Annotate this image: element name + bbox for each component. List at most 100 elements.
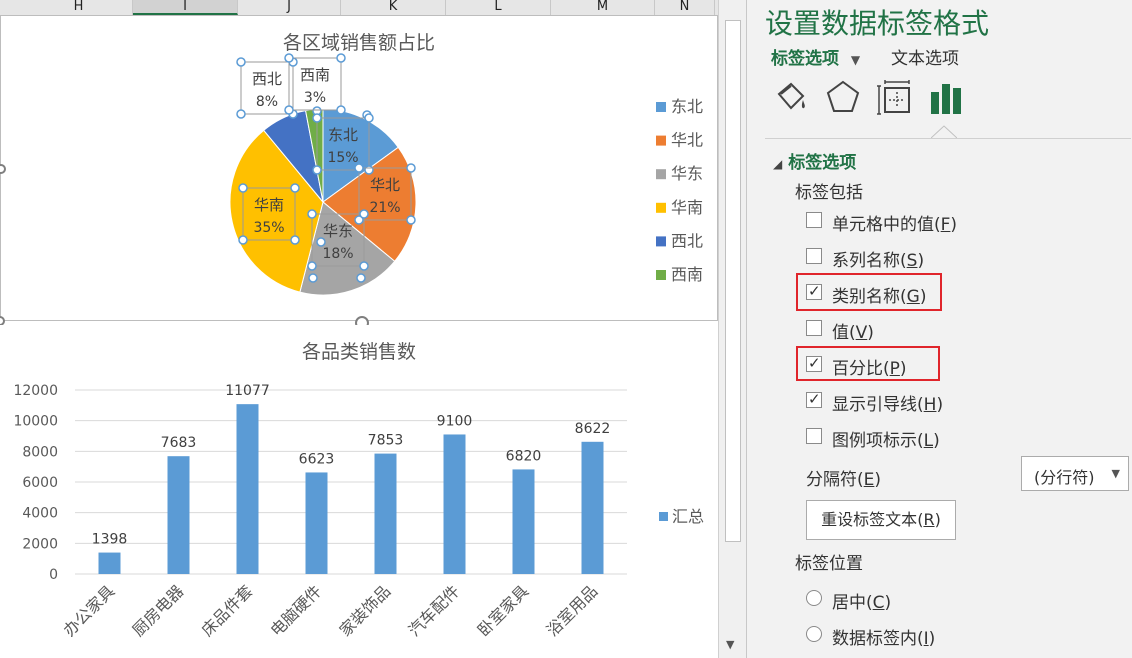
radio-label-text: 数据标签内 — [832, 629, 917, 649]
bar-value-label: 6820 — [506, 448, 542, 464]
bar-chart[interactable]: 各品类销售数 0 2000 4000 6000 8000 10000 12000 1398 办公… — [0, 325, 718, 658]
radio-button[interactable] — [806, 590, 822, 606]
separator-dropdown[interactable]: (分行符) ▼ — [1021, 456, 1129, 491]
radio-label[interactable]: 数据标签内(I) — [832, 624, 935, 649]
fill-line-icon[interactable] — [771, 78, 811, 118]
radio-access-key: I — [923, 629, 929, 649]
data-label-percent: 18% — [322, 246, 353, 262]
bar — [98, 552, 121, 574]
separator-label-text: 分隔符 — [806, 470, 857, 490]
separator-value: (分行符) — [1034, 468, 1095, 487]
effects-icon[interactable] — [823, 78, 863, 118]
data-label-percent: 15% — [327, 150, 358, 166]
bar — [305, 472, 328, 574]
label-selection-handle — [359, 261, 369, 271]
y-tick-label: 4000 — [22, 506, 58, 522]
bar-value-label: 9100 — [437, 413, 473, 429]
y-tick-label: 10000 — [13, 414, 58, 430]
legend-entry: 东北 — [671, 97, 703, 116]
bar-value-label: 8622 — [575, 421, 611, 437]
column-header-k[interactable]: K — [341, 0, 446, 15]
bar — [443, 434, 466, 574]
label-selection-handle — [238, 183, 248, 193]
checkbox-access-key: H — [923, 395, 937, 415]
tab-label-options-text: 标签选项 — [771, 49, 839, 69]
checkbox[interactable] — [806, 320, 822, 336]
y-tick-label: 8000 — [22, 444, 58, 460]
chevron-down-icon: ▼ — [1111, 467, 1120, 480]
legend-swatch — [656, 102, 666, 112]
checkbox-label[interactable]: 系列名称(S) — [832, 246, 924, 271]
highlight-box — [796, 346, 940, 381]
label-selection-handle — [307, 261, 317, 271]
bar — [167, 456, 190, 574]
scroll-down-arrow-icon[interactable]: ▼ — [726, 638, 734, 651]
legend-entry: 华东 — [671, 164, 703, 183]
active-tab-pointer — [931, 125, 957, 139]
label-selection-handle — [308, 273, 318, 283]
label-options-icon[interactable] — [927, 78, 967, 118]
checkbox-label[interactable]: 值(V) — [832, 318, 874, 343]
radio-button[interactable] — [806, 626, 822, 642]
checkbox-access-key: F — [940, 215, 951, 235]
x-tick-label: 汽车配件 — [405, 581, 464, 640]
separator-label: 分隔符(E) — [806, 470, 882, 490]
vertical-scrollbar[interactable]: ▼ — [718, 0, 746, 658]
column-header-n[interactable]: N — [655, 0, 715, 15]
x-tick-label: 床品件套 — [198, 581, 257, 640]
bar — [374, 453, 397, 574]
label-selection-handle — [336, 53, 346, 63]
legend-swatch — [656, 169, 666, 180]
radio-access-key: C — [872, 593, 885, 613]
label-selection-handle — [236, 109, 246, 119]
bar — [512, 469, 535, 574]
checkbox[interactable] — [806, 390, 822, 408]
legend-swatch — [656, 135, 666, 146]
section-label-options[interactable]: ◢ 标签选项 — [773, 148, 856, 173]
bar — [581, 441, 604, 574]
panel-title: 设置数据标签格式 — [765, 7, 990, 40]
bar-value-label: 11077 — [225, 383, 270, 399]
label-selection-handle — [284, 105, 294, 115]
data-label-category: 华北 — [370, 176, 400, 194]
radio-label[interactable]: 居中(C) — [832, 588, 891, 613]
column-header-i[interactable]: I — [133, 0, 238, 15]
label-selection-handle — [307, 209, 317, 219]
column-header-l[interactable]: L — [446, 0, 551, 15]
data-label-percent: 8% — [256, 94, 278, 110]
checkbox-label-text: 系列名称 — [832, 251, 900, 271]
y-tick-label: 2000 — [22, 536, 58, 552]
legend-swatch — [656, 270, 666, 280]
pie-chart[interactable]: 各区域销售额占比 东北 15% 华北 21% 华东 18% 华南 35% 西北 8% 西南 3% 东北华… — [0, 15, 718, 321]
x-tick-label: 厨房电器 — [129, 581, 188, 640]
tab-label-options[interactable]: 标签选项 ▼ — [771, 44, 860, 69]
checkbox-access-key: L — [923, 431, 934, 451]
chevron-down-icon: ▼ — [850, 53, 861, 67]
checkbox[interactable] — [806, 248, 822, 264]
y-tick-label: 12000 — [13, 383, 58, 399]
reset-label-text-button[interactable]: 重设标签文本(R) — [806, 500, 956, 540]
tab-text-options[interactable]: 文本选项 — [891, 44, 959, 69]
bar-value-label: 7683 — [161, 435, 197, 451]
legend-entry: 西南 — [671, 265, 703, 284]
label-selection-handle — [312, 113, 322, 123]
column-header-m[interactable]: M — [551, 0, 655, 15]
size-properties-icon[interactable] — [875, 78, 915, 118]
label-selection-handle — [364, 165, 374, 175]
y-tick-label: 6000 — [22, 475, 58, 491]
checkbox-label[interactable]: 图例项标示(L) — [832, 426, 940, 451]
column-header-h[interactable]: H — [25, 0, 133, 15]
checkbox-access-key: S — [906, 251, 918, 271]
checkbox-label[interactable]: 显示引导线(H) — [832, 390, 943, 415]
x-tick-label: 电脑硬件 — [267, 581, 326, 640]
column-header-j[interactable]: J — [238, 0, 341, 15]
scrollbar-thumb[interactable] — [725, 20, 741, 542]
checkbox-label[interactable]: 单元格中的值(F) — [832, 210, 957, 235]
label-selection-handle — [236, 57, 246, 67]
checkbox[interactable] — [806, 428, 822, 444]
format-data-labels-panel: 设置数据标签格式 标签选项 ▼ 文本选项 ◢ 标签选项 标签包括 单元格中的值(F… — [746, 0, 1132, 658]
reset-button-text: 重设标签文本 — [821, 510, 918, 529]
checkbox[interactable] — [806, 212, 822, 228]
label-selection-handle — [312, 165, 322, 175]
x-tick-label: 家装饰品 — [336, 581, 395, 640]
